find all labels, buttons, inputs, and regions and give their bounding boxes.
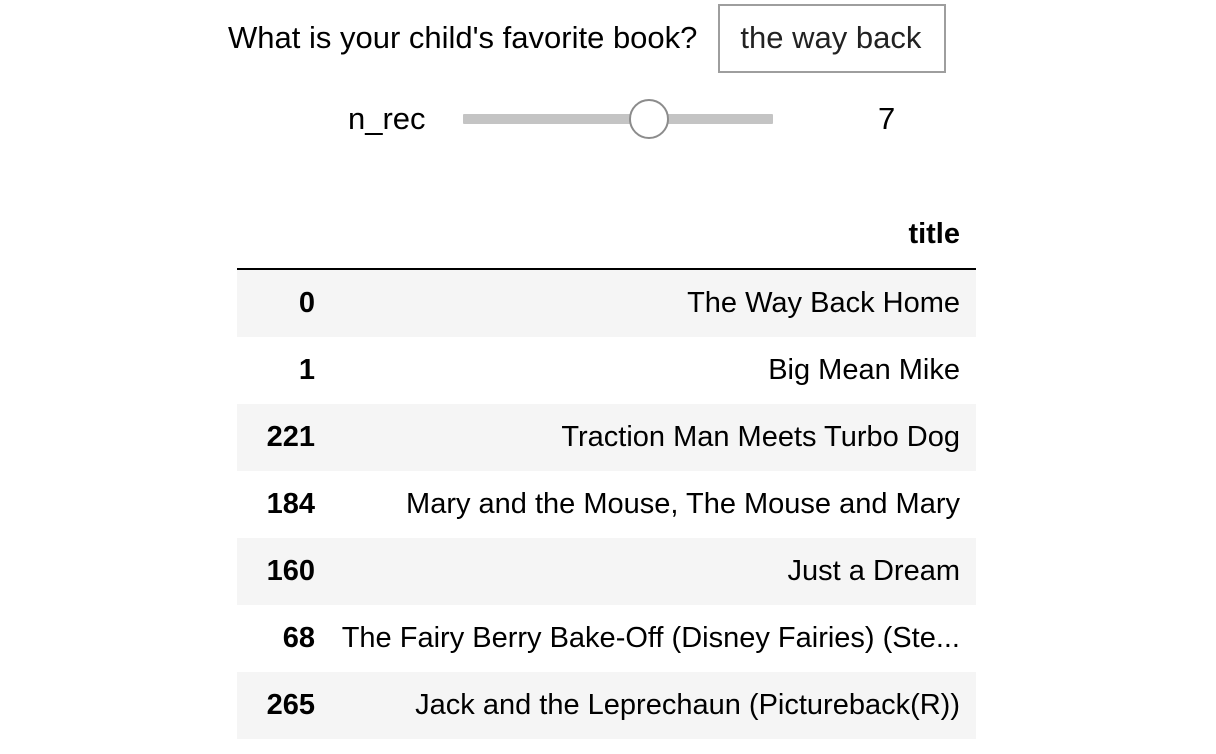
- row-title: Traction Man Meets Turbo Dog: [561, 421, 960, 453]
- index-column-header: [237, 200, 329, 270]
- row-title: Jack and the Leprechaun (Pictureback(R)): [415, 689, 960, 721]
- title-column-header: title: [329, 200, 976, 270]
- row-title: Just a Dream: [787, 555, 960, 587]
- row-index: 184: [266, 488, 315, 520]
- table-row: 221 Traction Man Meets Turbo Dog: [237, 404, 976, 471]
- row-index: 221: [266, 421, 315, 453]
- n-rec-label: n_rec: [348, 101, 426, 136]
- recommendations-dataframe: title 0 The Way Back Home 1 Big Mean Mik…: [237, 200, 976, 739]
- table-row: 184 Mary and the Mouse, The Mouse and Ma…: [237, 471, 976, 538]
- table-row: 265 Jack and the Leprechaun (Pictureback…: [237, 672, 976, 739]
- row-title: The Way Back Home: [687, 287, 960, 319]
- n-rec-slider-widget: n_rec 7: [348, 84, 895, 154]
- row-title: Big Mean Mike: [768, 354, 960, 386]
- row-index: 68: [282, 622, 315, 654]
- table-row: 1 Big Mean Mike: [237, 337, 976, 404]
- row-title: The Fairy Berry Bake-Off (Disney Fairies…: [341, 622, 960, 654]
- n-rec-value: 7: [878, 101, 896, 136]
- favorite-book-widget: What is your child's favorite book?: [228, 3, 947, 73]
- recommendations-table: title 0 The Way Back Home 1 Big Mean Mik…: [237, 200, 976, 739]
- row-index: 0: [298, 287, 315, 319]
- row-index: 265: [266, 689, 315, 721]
- row-title: Mary and the Mouse, The Mouse and Mary: [406, 488, 960, 520]
- table-row: 0 The Way Back Home: [237, 269, 976, 337]
- favorite-book-label: What is your child's favorite book?: [228, 20, 698, 55]
- table-row: 160 Just a Dream: [237, 538, 976, 605]
- n-rec-slider[interactable]: [463, 99, 773, 139]
- table-row: 68 The Fairy Berry Bake-Off (Disney Fair…: [237, 605, 976, 672]
- row-index: 160: [266, 555, 315, 587]
- n-rec-slider-track[interactable]: [463, 114, 773, 124]
- table-header: title: [237, 200, 976, 270]
- table-header-row: title: [237, 200, 976, 270]
- favorite-book-input[interactable]: [718, 3, 947, 73]
- row-index: 1: [298, 354, 315, 386]
- n-rec-slider-handle[interactable]: [629, 99, 669, 139]
- table-body: 0 The Way Back Home 1 Big Mean Mike 221 …: [237, 269, 976, 739]
